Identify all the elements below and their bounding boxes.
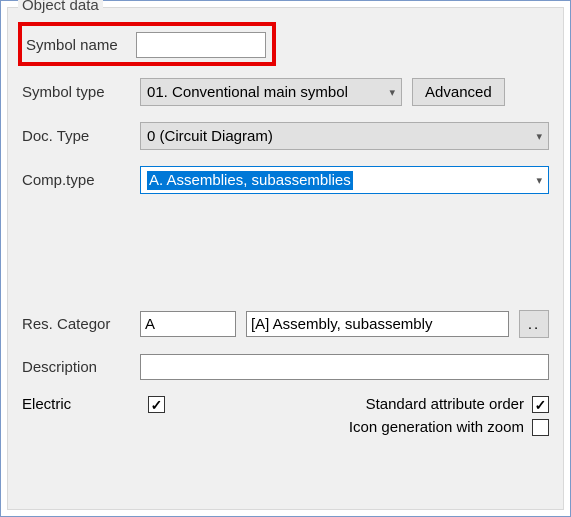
chevron-down-icon: ▾ <box>536 174 542 187</box>
res-categor-desc-input[interactable] <box>246 311 509 337</box>
doc-type-label: Doc. Type <box>22 128 140 145</box>
description-input[interactable] <box>140 354 549 380</box>
symbol-name-input[interactable] <box>136 32 266 58</box>
standard-attribute-order-checkbox[interactable] <box>532 396 549 413</box>
symbol-name-highlight: Symbol name <box>18 22 276 66</box>
object-data-group: Object data Symbol name Symbol type 01. … <box>7 7 564 510</box>
symbol-name-label: Symbol name <box>26 37 136 54</box>
res-categor-label: Res. Categor <box>22 316 140 333</box>
standard-attribute-order-label: Standard attribute order <box>366 396 524 413</box>
chevron-down-icon: ▾ <box>536 130 542 143</box>
advanced-button[interactable]: Advanced <box>412 78 505 106</box>
electric-checkbox[interactable] <box>148 396 165 413</box>
group-title: Object data <box>18 0 103 14</box>
symbol-type-dropdown[interactable]: 01. Conventional main symbol ▾ <box>140 78 402 106</box>
comp-type-dropdown[interactable]: A. Assemblies, subassemblies ▾ <box>140 166 549 194</box>
electric-label: Electric <box>22 396 140 413</box>
res-categor-browse-button[interactable]: .. <box>519 310 549 338</box>
icon-generation-zoom-label: Icon generation with zoom <box>349 419 524 436</box>
description-label: Description <box>22 359 140 376</box>
chevron-down-icon: ▾ <box>389 86 395 99</box>
doc-type-dropdown[interactable]: 0 (Circuit Diagram) ▾ <box>140 122 549 150</box>
comp-type-label: Comp.type <box>22 172 140 189</box>
res-categor-code-input[interactable] <box>140 311 236 337</box>
icon-generation-zoom-checkbox[interactable] <box>532 419 549 436</box>
symbol-type-label: Symbol type <box>22 84 140 101</box>
